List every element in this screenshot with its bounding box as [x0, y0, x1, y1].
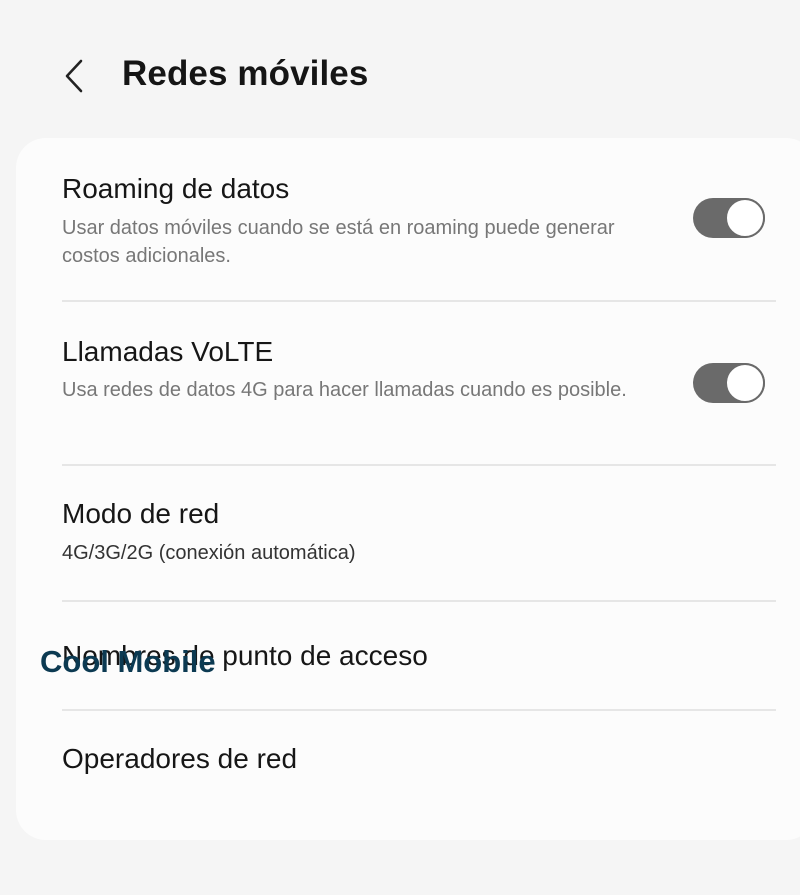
toggle-knob [725, 363, 765, 403]
mobile-networks-screen: Redes móviles Roaming de datos Usar dato… [0, 0, 800, 895]
page-title: Redes móviles [122, 54, 369, 93]
setting-title: Roaming de datos [62, 173, 290, 204]
data-roaming-toggle[interactable] [693, 198, 765, 238]
app-bar: Redes móviles [0, 40, 800, 110]
setting-data-roaming[interactable]: Roaming de datos Usar datos móviles cuan… [16, 138, 776, 300]
setting-title: Operadores de red [62, 743, 298, 774]
volte-toggle[interactable] [693, 363, 765, 403]
setting-network-mode[interactable]: Modo de red 4G/3G/2G (conexión automátic… [16, 466, 776, 600]
setting-description: Usa redes de datos 4G para hacer llamada… [62, 379, 627, 401]
setting-volte-calls[interactable]: Llamadas VoLTE Usa redes de datos 4G par… [16, 302, 776, 464]
back-button[interactable] [52, 54, 96, 98]
chevron-left-icon [65, 59, 83, 93]
toggle-knob [725, 198, 765, 238]
setting-value: 4G/3G/2G (conexión automática) [62, 542, 356, 564]
setting-title: Modo de red [62, 498, 220, 529]
setting-network-operators[interactable]: Operadores de red [16, 711, 776, 791]
brand-watermark: Cool Mobile [40, 644, 216, 679]
setting-description: Usar datos móviles cuando se está en roa… [62, 217, 615, 267]
setting-title: Llamadas VoLTE [62, 336, 274, 367]
settings-card: Roaming de datos Usar datos móviles cuan… [16, 138, 800, 840]
